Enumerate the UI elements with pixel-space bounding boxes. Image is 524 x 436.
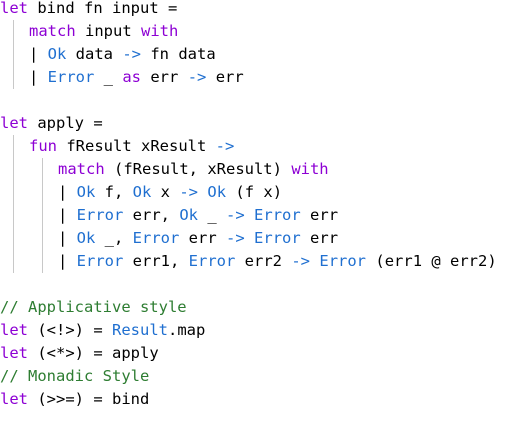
code-line: let (>>=) = bind: [0, 388, 149, 411]
code-token: ->: [179, 183, 199, 201]
code-token: .map: [168, 321, 206, 339]
code-token: |: [58, 229, 77, 247]
code-token: err: [300, 229, 339, 247]
code-token: x: [151, 183, 180, 201]
code-token: (<*>) = apply: [28, 344, 159, 362]
code-line: | Error err1, Error err2 -> Error (err1 …: [58, 250, 497, 273]
code-line: // Applicative style: [0, 296, 187, 319]
code-token: |: [58, 252, 77, 270]
code-token: with: [141, 22, 179, 40]
code-token: _,: [95, 229, 133, 247]
code-token: |: [58, 183, 77, 201]
code-token: // Monadic Style: [0, 367, 150, 385]
code-token: Error: [319, 252, 367, 270]
code-token: fResult xResult: [57, 137, 216, 155]
code-token: bind fn input =: [28, 0, 178, 17]
code-token: |: [29, 68, 48, 86]
code-token: Ok: [76, 183, 96, 201]
code-token: let: [0, 390, 28, 408]
code-token: Error: [254, 206, 301, 224]
code-token: let: [0, 114, 28, 132]
code-token: apply =: [28, 114, 103, 132]
code-token: Error: [76, 206, 124, 224]
code-line: let (<!>) = Result.map: [0, 319, 205, 342]
code-token: f,: [95, 183, 133, 201]
code-token: (fResult, xResult): [104, 160, 292, 178]
code-token: _: [198, 206, 227, 224]
code-token: Error: [188, 252, 236, 270]
code-line: let (<*>) = apply: [0, 342, 159, 365]
code-token: |: [29, 45, 48, 63]
indent-guide: [42, 158, 43, 273]
code-token: Error: [47, 68, 95, 86]
indent-guide: [13, 20, 14, 89]
code-token: match: [29, 22, 76, 40]
code-line: | Error _ as err -> err: [29, 66, 244, 89]
code-token: ->: [226, 206, 245, 224]
code-token: ->: [215, 137, 235, 155]
code-token: let: [0, 344, 28, 362]
code-token: let: [0, 0, 28, 17]
code-line: fun fResult xResult ->: [29, 135, 234, 158]
code-token: err: [206, 68, 244, 86]
code-token: err1,: [123, 252, 189, 270]
code-line: match input with: [29, 20, 178, 43]
code-token: err: [141, 68, 188, 86]
code-token: ->: [291, 252, 311, 270]
code-line: | Ok _, Error err -> Error err: [58, 227, 338, 250]
code-line: | Ok data -> fn data: [29, 43, 216, 66]
code-token: ->: [226, 229, 245, 247]
code-line: // Monadic Style: [0, 365, 149, 388]
code-token: ->: [122, 45, 142, 63]
code-line: | Error err, Ok _ -> Error err: [58, 204, 338, 227]
code-token: err,: [123, 206, 180, 224]
code-token: let: [0, 321, 28, 339]
code-line: let apply =: [0, 112, 103, 135]
code-token: (err1 @ err2): [366, 252, 497, 270]
code-token: data: [66, 45, 123, 63]
code-token: fun: [29, 137, 57, 155]
code-token: err2: [235, 252, 292, 270]
code-token: |: [58, 206, 77, 224]
code-line: match (fResult, xResult) with: [58, 158, 329, 181]
indent-guide: [13, 135, 14, 273]
code-token: Result: [112, 321, 168, 339]
code-token: (<!>) =: [28, 321, 112, 339]
code-token: _: [94, 68, 123, 86]
code-token: Error: [76, 252, 124, 270]
code-token: (f x): [226, 183, 283, 201]
code-token: fn data: [141, 45, 216, 63]
code-token: input: [75, 22, 141, 40]
code-token: as: [122, 68, 142, 86]
code-token: err: [300, 206, 339, 224]
code-line: let bind fn input =: [0, 0, 177, 20]
code-token: Error: [254, 229, 301, 247]
code-token: Ok: [47, 45, 67, 63]
code-token: Ok: [132, 183, 152, 201]
code-token: Ok: [179, 206, 199, 224]
code-editor[interactable]: let bind fn input = match input with | Ok …: [0, 0, 524, 436]
code-token: ->: [187, 68, 207, 86]
code-token: Error: [132, 229, 180, 247]
code-token: with: [291, 160, 329, 178]
code-token: (>>=) = bind: [28, 390, 150, 408]
code-line: | Ok f, Ok x -> Ok (f x): [58, 181, 282, 204]
code-token: Ok: [76, 229, 96, 247]
code-token: Ok: [207, 183, 227, 201]
code-token: match: [58, 160, 105, 178]
code-token: // Applicative style: [0, 298, 187, 316]
code-token: err: [179, 229, 227, 247]
